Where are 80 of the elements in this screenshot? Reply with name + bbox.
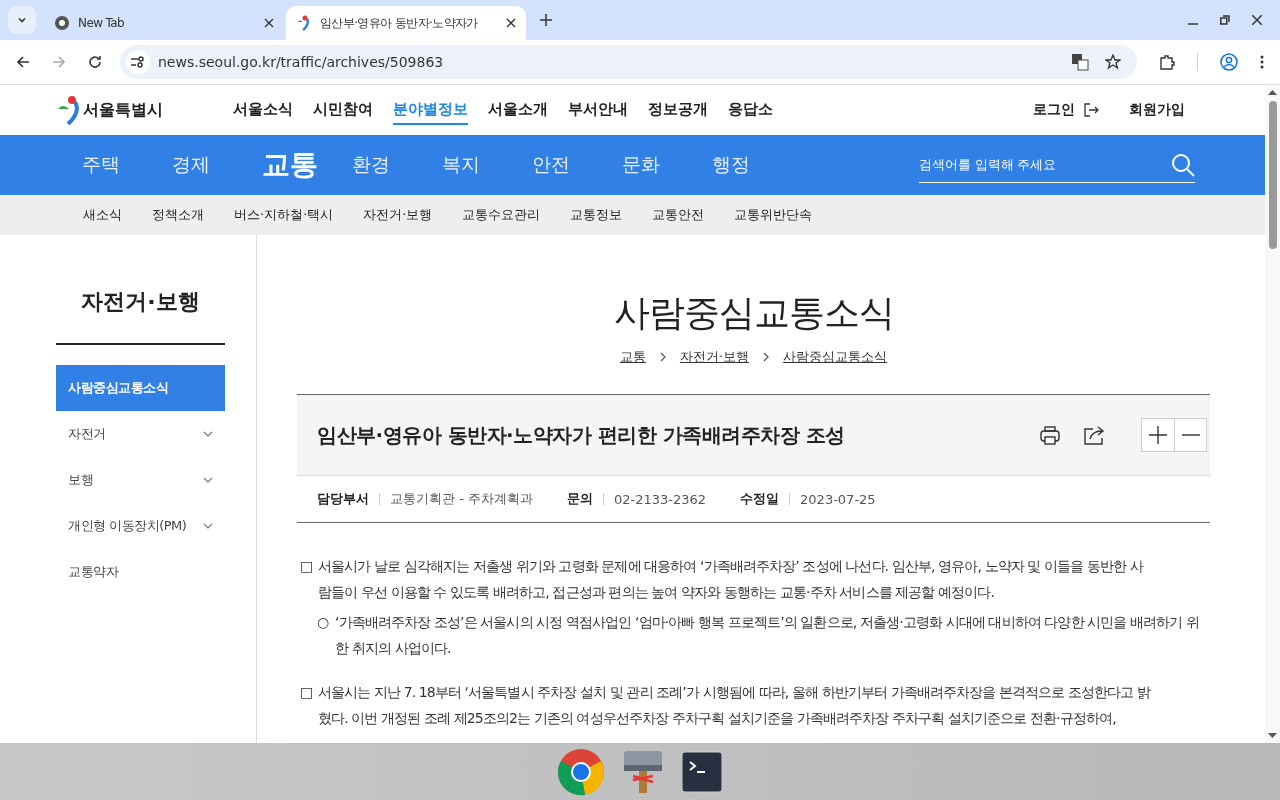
back-icon[interactable]: [16, 55, 30, 69]
search-field[interactable]: 검색어를 입력해 주세요: [919, 148, 1171, 181]
meta-value: 02-2133-2362: [613, 491, 707, 507]
bullet: □: [300, 557, 314, 576]
page-title: 사람중심교통소식: [612, 291, 895, 335]
tab-title: New Tab: [78, 16, 126, 30]
close-icon[interactable]: [264, 18, 274, 28]
sidebar-item[interactable]: 자전거: [56, 411, 225, 457]
nav-link[interactable]: 정보공개: [648, 95, 708, 125]
sidebar-item[interactable]: 보행: [56, 457, 225, 503]
url-text: news.seoul.go.kr/traffic/archives/509863: [158, 54, 444, 70]
globe-icon: [54, 15, 70, 31]
restore-icon[interactable]: [1220, 15, 1230, 25]
nav-link[interactable]: 서울소식: [233, 95, 293, 125]
sub-nav-link[interactable]: 자전거·보행: [363, 206, 433, 224]
reload-icon[interactable]: [88, 55, 102, 69]
sub-nav-link[interactable]: 교통안전: [652, 206, 705, 224]
scrollbar[interactable]: [1265, 85, 1280, 743]
scrollbar-thumb[interactable]: [1268, 101, 1277, 249]
sub-nav-link[interactable]: 버스·지하철·택시: [234, 206, 334, 224]
scroll-up-icon[interactable]: [1268, 89, 1277, 95]
category-tab[interactable]: 교통: [262, 146, 352, 184]
scroll-down-icon[interactable]: [1268, 733, 1277, 739]
meta-value: 2023-07-25: [800, 491, 876, 507]
signup-link[interactable]: 회원가입: [1129, 101, 1185, 119]
close-icon[interactable]: [1252, 15, 1262, 25]
bullet: □: [300, 683, 314, 702]
search-icon[interactable]: [1171, 152, 1195, 177]
meta-label: 문의: [566, 490, 593, 508]
sidebar-item[interactable]: 교통약자: [56, 549, 225, 595]
sign-app-icon[interactable]: [623, 749, 663, 794]
sidebar-title: 자전거·보행: [56, 287, 225, 345]
login-link[interactable]: 로그인: [1033, 101, 1075, 119]
article-title: 임산부·영유아 동반자·노약자가 편리한 가족배려주차장 조성: [317, 421, 845, 449]
browser-tab[interactable]: New Tab: [44, 6, 284, 40]
meta-value: 교통기획관 - 주차계획과: [390, 490, 533, 508]
browser-tab[interactable]: 임산부·영유아 동반자·노약자가: [286, 6, 526, 40]
breadcrumb-link[interactable]: 사람중심교통소식: [783, 348, 888, 366]
paragraph: 서울시가 날로 심각해지는 저출생 위기와 고령화 문제에 대응하여 ‘가족배려주차장’ 조성에 나선다. 임산부, 영유아, 노약자 및 이들을 동반한 사람들이 우선 이용할 수 있도록 배려하고, 접근성과 편의는 높여 약자와 동행하는 교통·주차 서비스를 제공할 예정이다.: [318, 557, 1145, 602]
zoom-out-button[interactable]: [1174, 419, 1206, 451]
nav-link[interactable]: 분야별정보: [393, 95, 468, 125]
tab-title: 임산부·영유아 동반자·노약자가: [320, 14, 479, 32]
nav-link[interactable]: 서울소개: [488, 95, 548, 125]
close-icon[interactable]: [506, 18, 516, 28]
nav-link[interactable]: 응답소: [728, 95, 773, 125]
nav-link[interactable]: 시민참여: [313, 95, 373, 125]
sub-nav-link[interactable]: 새소식: [83, 206, 122, 224]
minus-icon: [1181, 434, 1200, 436]
nav-link[interactable]: 부서안내: [568, 95, 628, 125]
address-bar[interactable]: news.seoul.go.kr/traffic/archives/509863: [120, 45, 1137, 79]
plus-icon: [1149, 426, 1167, 444]
breadcrumb-link[interactable]: 자전거·보행: [679, 348, 750, 366]
star-icon[interactable]: [1105, 54, 1121, 70]
paragraph: ‘가족배려주차장 조성’은 서울시의 시정 역점사업인 ‘엄마·아빠 행복 프로젝트’의 일환으로, 저출생·고령화 시대에 대비하여 다양한 시민을 배려하기 위한 취지의 사업이다.: [335, 613, 1201, 658]
site-settings-icon[interactable]: [126, 50, 150, 74]
browser-app-icon[interactable]: [557, 747, 605, 796]
profile-icon[interactable]: [1220, 53, 1238, 71]
menu-icon[interactable]: [1260, 55, 1264, 69]
terminal-icon[interactable]: [681, 750, 723, 793]
sub-nav-link[interactable]: 정책소개: [152, 206, 204, 224]
paragraph: 서울시는 지난 7. 18부터 ‘서울특별시 주차장 설치 및 관리 조례’가 시행됨에 따라, 올해 하반기부터 가족배려주차장을 본격적으로 조성한다고 밝혔다. 이번 개정된 조례 제25조의2는 기존의 여성우선주차장 주차구획 설치기준을 가족배려주차장 주차구획 설치기준으로 전환·규정하여,: [318, 683, 1152, 728]
login-icon[interactable]: [1083, 102, 1099, 118]
sub-nav-link[interactable]: 교통정보: [570, 206, 623, 224]
translate-icon[interactable]: [1071, 53, 1089, 71]
site-logo[interactable]: 서울특별시: [57, 95, 163, 125]
chevron-right-icon: [763, 352, 770, 362]
logo-icon: [296, 15, 312, 31]
zoom-in-button[interactable]: [1142, 419, 1174, 451]
sidebar-item[interactable]: 개인형 이동장치(PM): [56, 503, 225, 549]
meta-label: 수정일: [740, 490, 780, 508]
sidebar-item[interactable]: 사람중심교통소식: [56, 365, 225, 411]
print-icon[interactable]: [1039, 424, 1061, 446]
chevron-right-icon: [659, 352, 666, 362]
breadcrumb-link[interactable]: 교통: [619, 348, 646, 366]
sub-nav-link[interactable]: 교통수요관리: [462, 206, 541, 224]
meta-label: 담당부서: [317, 490, 369, 508]
new-tab-icon[interactable]: [540, 14, 552, 26]
sub-nav-link[interactable]: 교통위반단속: [734, 206, 813, 224]
extensions-icon[interactable]: [1159, 54, 1175, 70]
bullet: ○: [317, 613, 330, 632]
